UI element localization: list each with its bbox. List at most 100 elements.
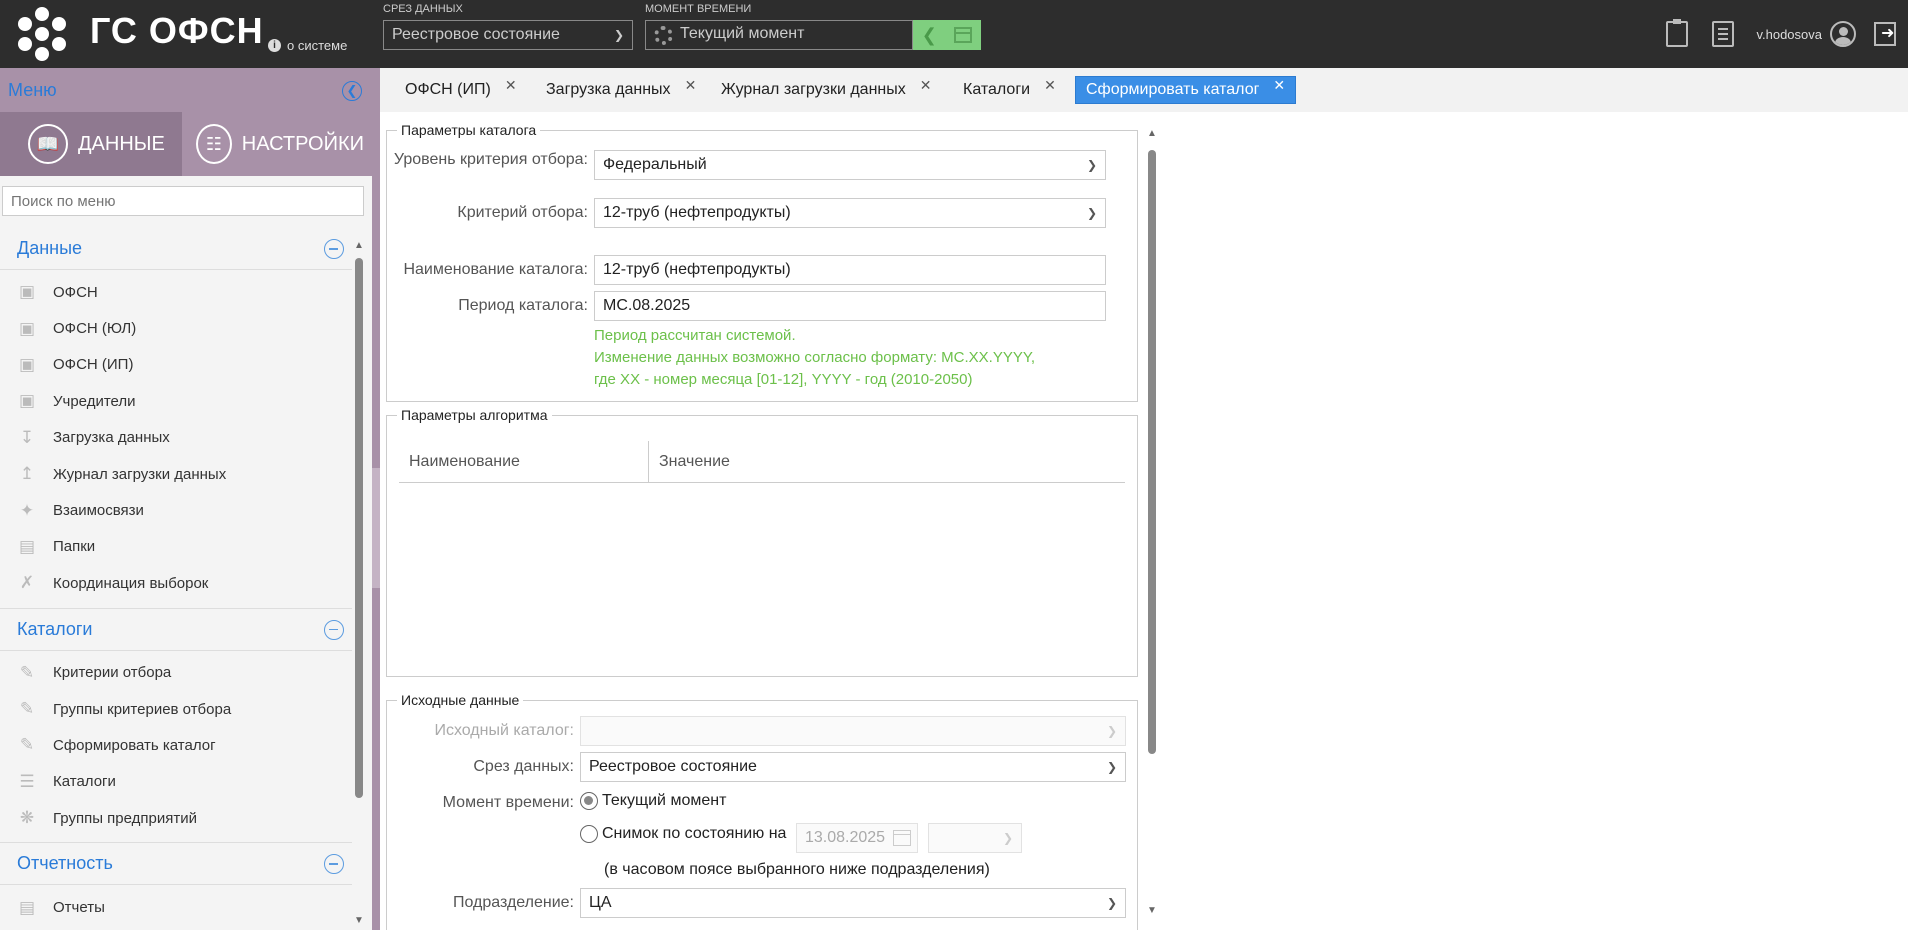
sidebar-item-criteria[interactable]: ✎ Критерии отбора [0, 655, 352, 691]
sidebar-item-label: Координация выборок [53, 574, 209, 592]
scroll-down-icon[interactable]: ▼ [354, 915, 364, 926]
sidebar-item-reports[interactable]: ▤ Отчеты [0, 889, 352, 925]
tab-label: Журнал загрузки данных [721, 81, 906, 98]
option-current-row[interactable]: Текущий момент [580, 792, 726, 810]
sidebar-item-label: Каталоги [53, 773, 116, 791]
radio-snapshot[interactable] [580, 825, 598, 843]
splitter-handle[interactable] [372, 468, 380, 588]
sidebar-item-catalogs[interactable]: ☰ Каталоги [0, 764, 352, 800]
column-header-name[interactable]: Наименование [399, 441, 649, 482]
database-icon: ▣ [18, 282, 36, 302]
menu-list: Данные ▣ ОФСН ▣ ОФСН (ЮЛ) ▣ ОФСН (ИП) ▣ Учре… [0, 228, 352, 930]
sidebar-item-label: ОФСН (ЮЛ) [53, 320, 137, 338]
clipboard-icon[interactable] [1666, 19, 1689, 47]
chevron-down-icon: ❯ [1086, 158, 1097, 172]
section-reporting-items: ▤ Отчеты [0, 885, 352, 930]
tab-label: ОФСН (ИП) [405, 81, 491, 98]
section-header-reporting[interactable]: Отчетность [0, 843, 352, 886]
sidebar-item-label: Сформировать каталог [53, 736, 216, 754]
scroll-down-icon[interactable]: ▼ [1147, 905, 1157, 916]
section-header-data[interactable]: Данные [0, 228, 352, 270]
collapse-section-icon[interactable] [324, 239, 344, 259]
close-icon[interactable]: ✕ [1044, 77, 1056, 94]
moment-label: Момент времени: [442, 794, 574, 811]
section-title: Каталоги [17, 618, 93, 639]
documents-icon[interactable] [1712, 21, 1735, 47]
scroll-up-icon[interactable]: ▲ [1147, 128, 1157, 139]
sidebar-splitter[interactable] [372, 68, 380, 930]
tab-label: Сформировать каталог [1086, 81, 1260, 98]
snapshot-date-input[interactable]: 13.08.2025 [796, 823, 918, 853]
content-scrollbar[interactable]: ▲ ▼ [1146, 128, 1158, 916]
collapse-section-icon[interactable] [324, 854, 344, 875]
timezone-note: (в часовом поясе выбранного ниже подразд… [604, 861, 990, 878]
menu-search-input[interactable] [2, 186, 364, 216]
unit-value: ЦА [589, 894, 612, 911]
close-icon[interactable]: ✕ [685, 77, 697, 94]
tab-label: Загрузка данных [546, 81, 671, 98]
sidebar-item-relations[interactable]: ✦ Взаимосвязи [0, 492, 352, 528]
build-catalog-icon: ✎ [19, 735, 35, 755]
sidebar-item-founders[interactable]: ▣ Учредители [0, 383, 352, 419]
sidebar-item-criteria-groups[interactable]: ✎ Группы критериев отбора [0, 691, 352, 727]
close-icon[interactable]: ✕ [1273, 77, 1285, 94]
collapse-menu-icon[interactable]: ❮ [342, 81, 362, 101]
sidebar-item-enterprise-groups[interactable]: ❋ Группы предприятий [0, 800, 352, 836]
catalog-name-input[interactable]: 12-труб (нефтепродукты) [594, 255, 1106, 285]
catalog-icon: ☰ [19, 771, 35, 791]
sidebar-item-load-log[interactable]: ↥ Журнал загрузки данных [0, 456, 352, 492]
about-label: о системе [287, 38, 348, 53]
sidebar-item-ofsn-ip[interactable]: ▣ ОФСН (ИП) [0, 347, 352, 383]
scrollbar-thumb[interactable] [355, 258, 363, 798]
top-bar: ГС ОФСН i о системе СРЕЗ ДАННЫХ Реестров… [0, 0, 1908, 68]
sidebar-item-folders[interactable]: ▤ Папки [0, 529, 352, 565]
slice-select[interactable]: Реестровое состояние ❯ [580, 752, 1126, 782]
close-icon[interactable]: ✕ [505, 77, 517, 94]
period-input[interactable]: MC.08.2025 [594, 291, 1106, 321]
slice-value: Реестровое состояние [589, 758, 757, 775]
sidebar-item-build-catalog[interactable]: ✎ Сформировать каталог [0, 727, 352, 763]
menu-tab-settings[interactable]: ☷ НАСТРОЙКИ [182, 112, 364, 176]
moment-picker-button[interactable]: ❮ [913, 20, 981, 50]
level-select[interactable]: Федеральный ❯ [594, 150, 1106, 180]
sidebar-scrollbar[interactable]: ▲ ▼ [353, 236, 365, 930]
close-icon[interactable]: ✕ [920, 77, 932, 94]
criteria-icon: ✎ [19, 662, 35, 682]
option-snapshot-row[interactable]: Снимок по состоянию на [580, 825, 786, 843]
top-right-toolbar: v.hodosova [1654, 0, 1908, 68]
tab-load-log[interactable]: Журнал загрузки данных ✕ [711, 76, 941, 104]
tab-data-load[interactable]: Загрузка данных ✕ [536, 76, 706, 104]
sidebar-item-data-load[interactable]: ↧ Загрузка данных [0, 420, 352, 456]
tab-label: Каталоги [963, 81, 1031, 98]
source-catalog-select[interactable]: ❯ [580, 716, 1126, 746]
user-avatar-icon[interactable] [1830, 21, 1856, 47]
moment-value: Текущий момент [680, 25, 805, 42]
tab-bar: ОФСН (ИП) ✕ Загрузка данных ✕ Журнал загру… [380, 68, 1908, 112]
scrollbar-thumb[interactable] [1148, 150, 1156, 754]
unit-select[interactable]: ЦА ❯ [580, 888, 1126, 918]
tab-catalogs[interactable]: Каталоги ✕ [953, 76, 1066, 104]
logout-icon[interactable] [1874, 22, 1896, 46]
menu-tab-data[interactable]: 📖 ДАННЫЕ [0, 112, 182, 176]
upload-log-icon: ↥ [19, 464, 35, 484]
radio-current[interactable] [580, 792, 598, 810]
calendar-icon[interactable] [893, 830, 911, 846]
sidebar-item-ofsn-ul[interactable]: ▣ ОФСН (ЮЛ) [0, 310, 352, 346]
tab-build-catalog[interactable]: Сформировать каталог ✕ [1075, 76, 1297, 104]
column-header-value[interactable]: Значение [649, 441, 730, 482]
collapse-section-icon[interactable] [324, 619, 344, 640]
menu-header: Меню ❮ [0, 68, 372, 112]
option-snapshot-label: Снимок по состоянию на [602, 825, 787, 842]
section-header-catalogs[interactable]: Каталоги [0, 609, 352, 651]
database-icon: ▣ [18, 391, 36, 411]
tab-ofsn-ip[interactable]: ОФСН (ИП) ✕ [395, 76, 527, 104]
info-icon: i [268, 39, 281, 52]
scroll-up-icon[interactable]: ▲ [354, 240, 364, 251]
data-slice-select[interactable]: Реестровое состояние ❯ [383, 20, 633, 50]
criterion-select[interactable]: 12-труб (нефтепродукты) ❯ [594, 198, 1106, 228]
sidebar-item-coordination[interactable]: ✗ Координация выборок [0, 565, 352, 601]
about-link[interactable]: i о системе [268, 38, 347, 53]
sidebar-item-ofsn[interactable]: ▣ ОФСН [0, 274, 352, 310]
moment-input[interactable]: Текущий момент [645, 20, 913, 50]
snapshot-time-select[interactable]: ❯ [928, 823, 1022, 853]
